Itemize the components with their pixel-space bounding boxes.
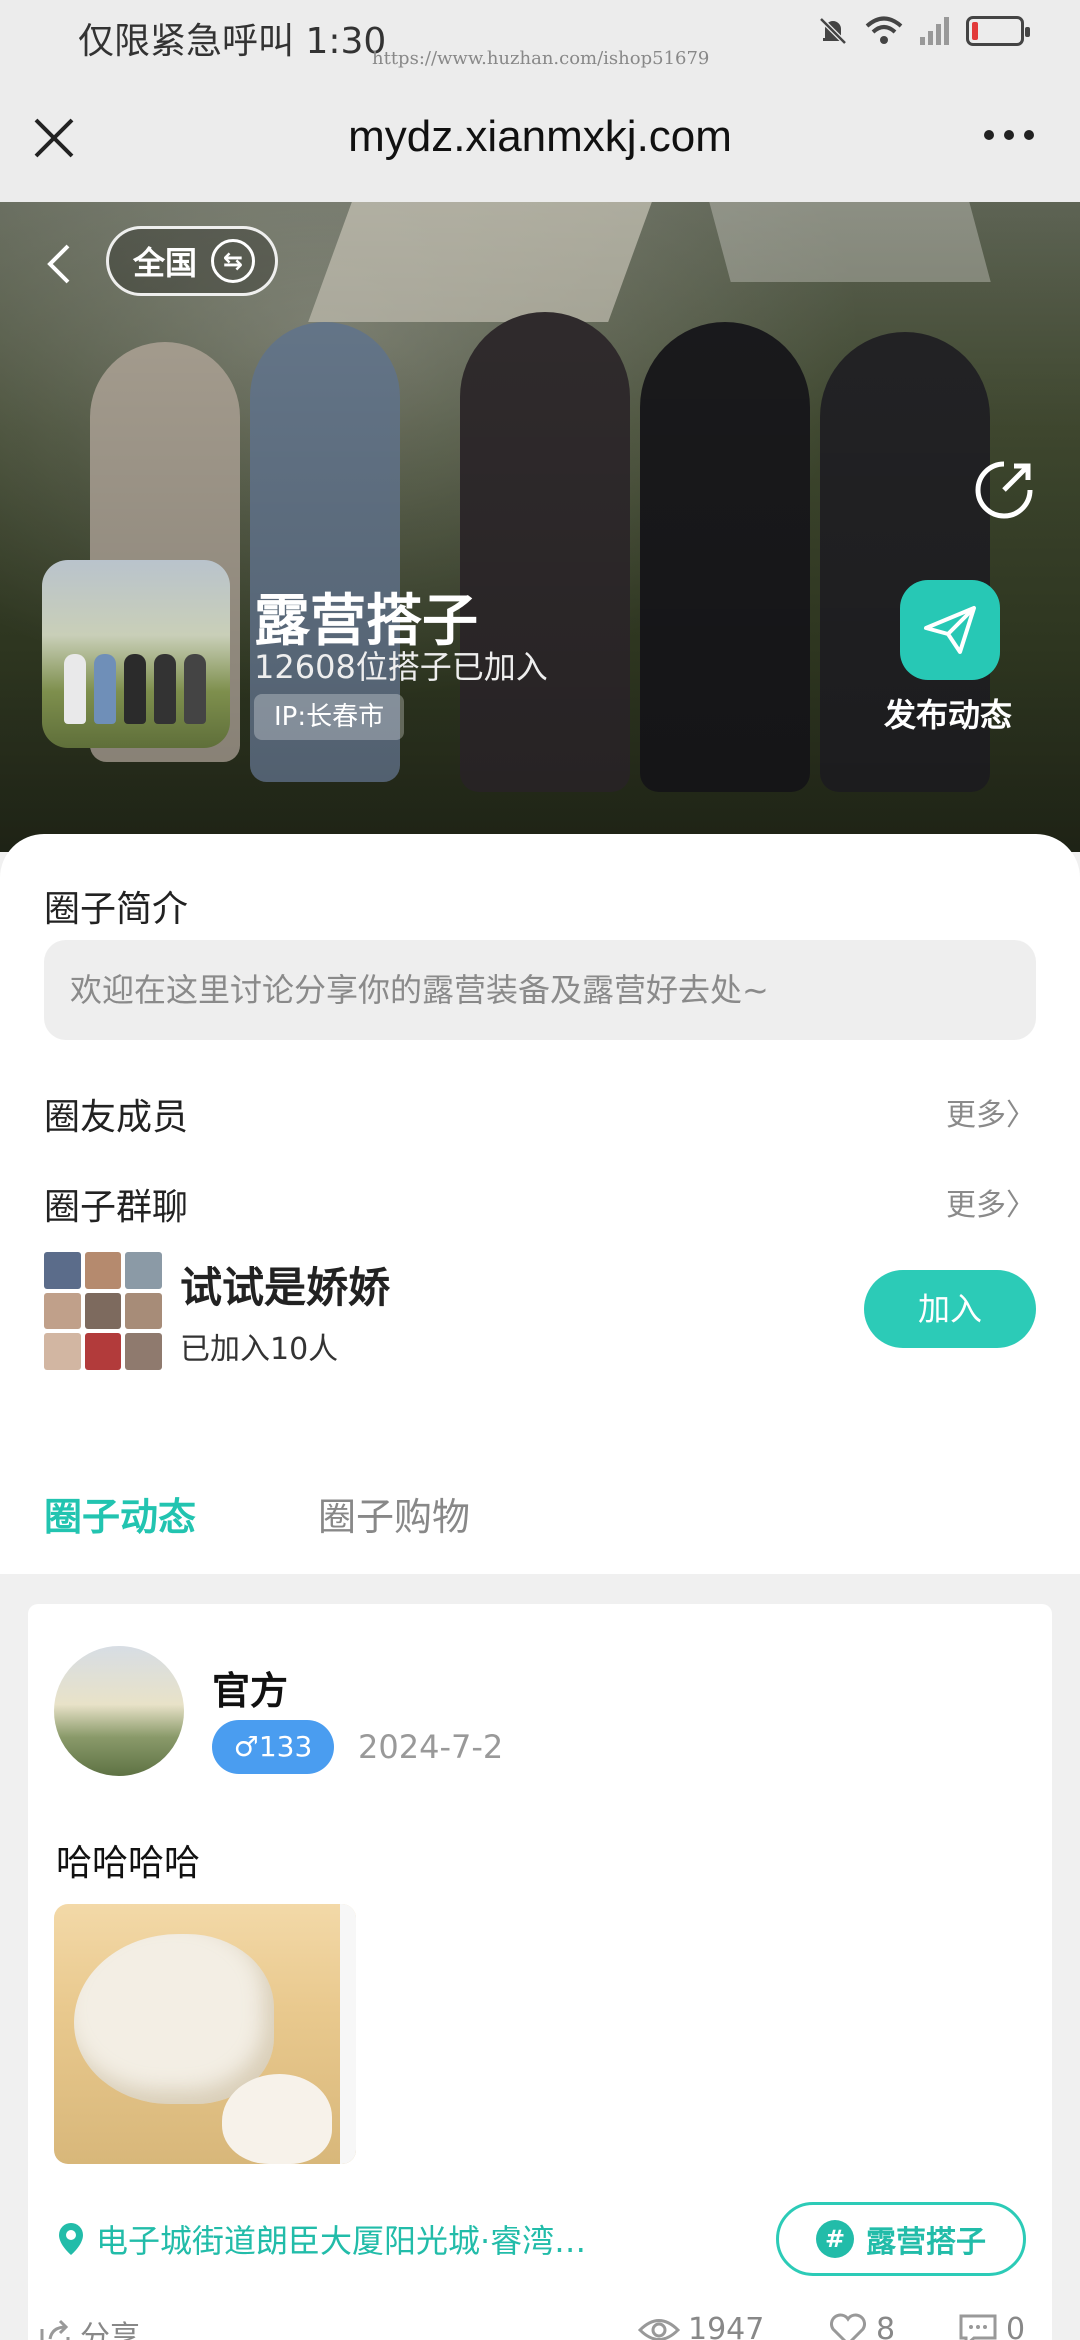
share-action[interactable]: 分享 — [38, 2312, 140, 2340]
comment-action[interactable]: 0 — [958, 2312, 1025, 2340]
chat-member-count: 已加入10人 — [180, 1332, 339, 1367]
topic-tag-button[interactable]: # 露营搭子 — [776, 2202, 1026, 2276]
region-label: 全国 — [133, 244, 198, 282]
group-chat-title: 圈子群聊 — [44, 1187, 189, 1228]
status-bar: 仅限紧急呼叫 1:30 https://www.huzhan.com/ishop… — [0, 0, 1080, 72]
post-location[interactable]: 电子城街道朗臣大厦阳光城·睿湾… — [56, 2216, 586, 2262]
post-card[interactable]: 官方 ♂133 2024-7-2 哈哈哈哈 电子城街道朗臣大厦阳光城·睿湾… #… — [28, 1604, 1052, 2340]
share-icon[interactable] — [972, 458, 1036, 522]
post-text: 哈哈哈哈 — [56, 1843, 201, 1884]
browser-bar: mydz.xianmxkj.com — [0, 72, 1080, 202]
comments-count: 0 — [1006, 2312, 1026, 2340]
status-left: 仅限紧急呼叫 1:30 — [78, 12, 386, 64]
views-count: 1947 — [688, 2312, 765, 2340]
views-stat: 1947 — [638, 2312, 764, 2340]
group-hero: 全国 ⇆ 露营搭子 12608位搭子已加入 IP:长春市 发布动态 — [0, 202, 1080, 852]
share-icon — [40, 2319, 70, 2340]
browser-url: mydz.xianmxkj.com — [348, 112, 732, 161]
carrier-text: 仅限紧急呼叫 — [78, 21, 295, 62]
watermark-url: https://www.huzhan.com/ishop51679 — [372, 48, 710, 69]
location-pin-icon — [59, 2223, 83, 2255]
ip-location-badge: IP:长春市 — [254, 694, 405, 740]
topic-label: 露营搭子 — [866, 2225, 986, 2260]
chat-avatar-grid — [44, 1252, 162, 1370]
swap-icon: ⇆ — [211, 239, 256, 283]
bell-muted-icon — [819, 17, 847, 45]
share-label: 分享 — [80, 2320, 140, 2340]
join-button[interactable]: 加入 — [864, 1270, 1036, 1348]
members-more-link[interactable]: 更多〉 — [946, 1090, 1036, 1134]
status-icons — [816, 14, 1030, 48]
chat-name: 试试是娇娇 — [180, 1263, 391, 1312]
group-chat-more-link[interactable]: 更多〉 — [946, 1180, 1036, 1224]
region-selector[interactable]: 全国 ⇆ — [106, 226, 278, 296]
comment-icon — [959, 2314, 997, 2340]
back-arrow-icon[interactable] — [44, 242, 74, 286]
intro-title: 圈子简介 — [44, 889, 189, 930]
gender-badge: ♂133 — [212, 1720, 334, 1774]
battery-low-icon — [966, 16, 1030, 46]
group-member-count: 12608位搭子已加入 — [254, 648, 548, 686]
heart-icon — [830, 2313, 866, 2340]
intro-text: 欢迎在这里讨论分享你的露营装备及露营好去处~ — [44, 940, 1036, 1040]
publish-label[interactable]: 发布动态 — [884, 690, 1012, 736]
eye-icon — [638, 2318, 680, 2340]
tab-group-feed[interactable]: 圈子动态 — [44, 1486, 196, 1541]
tab-group-shop[interactable]: 圈子购物 — [318, 1486, 470, 1541]
like-action[interactable]: 8 — [828, 2312, 895, 2340]
wifi-icon — [865, 16, 903, 44]
post-author[interactable]: 官方 — [212, 1660, 288, 1715]
post-location-text: 电子城街道朗臣大厦阳光城·睿湾… — [96, 2222, 587, 2260]
post-date: 2024-7-2 — [358, 1728, 504, 1766]
publish-button[interactable] — [900, 580, 1000, 680]
post-image[interactable] — [54, 1904, 356, 2164]
signal-icon — [920, 17, 949, 45]
group-info-sheet: 圈子简介 欢迎在这里讨论分享你的露营装备及露营好去处~ 圈友成员 更多〉 圈子群… — [0, 834, 1080, 1574]
members-title: 圈友成员 — [44, 1097, 189, 1138]
more-icon[interactable] — [984, 130, 1034, 140]
post-actions: 分享 1947 8 0 — [28, 2300, 1052, 2340]
group-avatar — [42, 560, 230, 748]
likes-count: 8 — [876, 2312, 896, 2340]
hashtag-icon: # — [816, 2220, 854, 2258]
avatar[interactable] — [54, 1646, 184, 1776]
paper-plane-icon — [924, 606, 976, 654]
